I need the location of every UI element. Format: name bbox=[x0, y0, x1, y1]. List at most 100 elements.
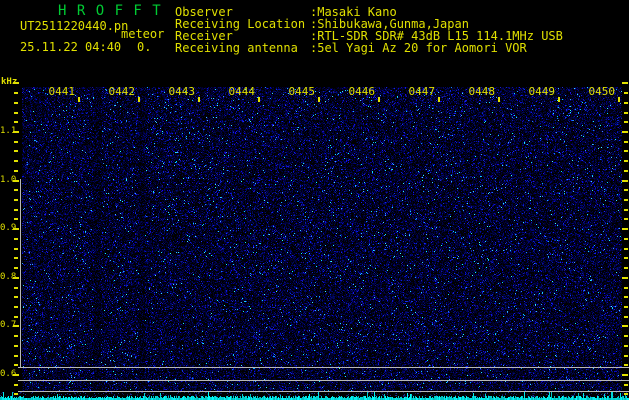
freq-tick-mark bbox=[14, 112, 18, 114]
freq-tick-mark bbox=[14, 384, 18, 386]
time-tick-mark bbox=[558, 97, 560, 102]
freq-tick-label: 0.6 bbox=[0, 369, 17, 379]
freq-tick-mark bbox=[624, 238, 628, 240]
time-tick-mark bbox=[258, 97, 260, 102]
freq-tick-mark bbox=[14, 189, 18, 191]
freq-tick-mark bbox=[14, 209, 18, 211]
freq-tick-mark bbox=[624, 345, 628, 347]
time-tick-label: 0444 bbox=[228, 85, 256, 98]
freq-tick-mark bbox=[14, 150, 18, 152]
time-tick-mark bbox=[618, 97, 620, 102]
time-tick-mark bbox=[498, 97, 500, 102]
freq-tick-mark bbox=[14, 238, 18, 240]
time-tick-label: 0449 bbox=[528, 85, 556, 98]
freq-tick-label: 1.1 bbox=[0, 126, 17, 136]
freq-tick-mark bbox=[624, 316, 628, 318]
freq-tick-mark bbox=[624, 112, 628, 114]
freq-tick-mark bbox=[14, 199, 18, 201]
freq-tick-mark bbox=[624, 150, 628, 152]
freq-tick-mark bbox=[14, 364, 18, 366]
time-tick-label: 0443 bbox=[168, 85, 196, 98]
freq-tick-mark bbox=[622, 180, 628, 182]
receiving-antenna-label: Receiving antenna bbox=[175, 41, 298, 55]
time-tick-mark bbox=[318, 97, 320, 102]
freq-tick-mark bbox=[624, 121, 628, 123]
freq-tick-mark bbox=[624, 170, 628, 172]
freq-tick-mark bbox=[624, 248, 628, 250]
time-tick-label: 0448 bbox=[468, 85, 496, 98]
time-tick-mark bbox=[78, 97, 80, 102]
freq-tick-mark bbox=[14, 92, 18, 94]
time-tick-label: 0446 bbox=[348, 85, 376, 98]
hrofft-screen: H R O F F T UT2511220440.pn meteor 25.11… bbox=[0, 0, 629, 400]
freq-tick-label: 1.0 bbox=[0, 175, 17, 185]
time-tick-label: 0442 bbox=[108, 85, 136, 98]
freq-tick-mark bbox=[14, 393, 18, 395]
receiving-antenna-value: :5el Yagi Az 20 for Aomori VOR bbox=[310, 41, 527, 55]
freq-tick-mark bbox=[14, 257, 18, 259]
datetime-text: 25.11.22 04:40 bbox=[20, 40, 122, 54]
freq-tick-mark bbox=[622, 131, 628, 133]
freq-tick-mark bbox=[622, 374, 628, 376]
filename-text: UT2511220440.pn bbox=[20, 19, 129, 33]
freq-tick-label: 0.7 bbox=[0, 320, 17, 330]
freq-tick-mark bbox=[13, 82, 19, 84]
filename-overlay-text: meteor bbox=[121, 27, 165, 41]
time-tick-mark bbox=[198, 97, 200, 102]
freq-tick-mark bbox=[14, 170, 18, 172]
spectrogram-canvas bbox=[22, 87, 622, 391]
time-tick-mark bbox=[378, 97, 380, 102]
freq-tick-mark bbox=[624, 296, 628, 298]
freq-tick-mark bbox=[624, 218, 628, 220]
freq-tick-mark bbox=[624, 306, 628, 308]
time-tick-label: 0447 bbox=[408, 85, 436, 98]
noise-level-strip-canvas bbox=[0, 392, 629, 400]
freq-tick-mark bbox=[14, 248, 18, 250]
level-strip-top-line bbox=[18, 391, 629, 392]
freq-tick-mark bbox=[14, 306, 18, 308]
time-tick-label: 0450 bbox=[588, 85, 616, 98]
freq-tick-mark bbox=[14, 345, 18, 347]
time-tick-mark bbox=[438, 97, 440, 102]
freq-tick-mark bbox=[14, 287, 18, 289]
freq-tick-mark bbox=[624, 189, 628, 191]
left-frame-line bbox=[20, 179, 21, 368]
detection-band-lower-line bbox=[18, 380, 629, 381]
freq-tick-mark bbox=[14, 355, 18, 357]
freq-tick-mark bbox=[14, 296, 18, 298]
freq-tick-mark bbox=[624, 364, 628, 366]
freq-tick-mark bbox=[14, 267, 18, 269]
freq-tick-mark bbox=[622, 277, 628, 279]
freq-tick-mark bbox=[624, 267, 628, 269]
detection-band-upper-line bbox=[18, 367, 629, 368]
freq-tick-mark bbox=[624, 384, 628, 386]
freq-tick-mark bbox=[624, 141, 628, 143]
freq-tick-mark bbox=[624, 209, 628, 211]
app-title: H R O F F T bbox=[58, 3, 162, 19]
freq-tick-mark bbox=[624, 287, 628, 289]
freq-tick-mark bbox=[14, 218, 18, 220]
freq-tick-mark bbox=[624, 393, 628, 395]
freq-tick-label: 0.8 bbox=[0, 272, 17, 282]
freq-tick-mark bbox=[624, 335, 628, 337]
freq-tick-mark bbox=[622, 228, 628, 230]
freq-tick-mark bbox=[624, 355, 628, 357]
freq-tick-mark bbox=[14, 316, 18, 318]
freq-tick-mark bbox=[624, 199, 628, 201]
freq-tick-mark bbox=[624, 257, 628, 259]
echo-count: 0. bbox=[137, 40, 152, 54]
time-tick-label: 0441 bbox=[48, 85, 76, 98]
freq-tick-mark bbox=[14, 335, 18, 337]
freq-tick-mark bbox=[622, 325, 628, 327]
freq-tick-mark bbox=[624, 92, 628, 94]
freq-tick-mark bbox=[624, 160, 628, 162]
freq-tick-mark bbox=[14, 121, 18, 123]
freq-tick-mark bbox=[14, 102, 18, 104]
freq-tick-mark bbox=[624, 102, 628, 104]
time-tick-label: 0445 bbox=[288, 85, 316, 98]
time-tick-mark bbox=[138, 97, 140, 102]
freq-tick-label: 0.9 bbox=[0, 223, 17, 233]
freq-tick-mark bbox=[14, 160, 18, 162]
freq-tick-mark bbox=[14, 141, 18, 143]
freq-tick-mark bbox=[622, 82, 628, 84]
